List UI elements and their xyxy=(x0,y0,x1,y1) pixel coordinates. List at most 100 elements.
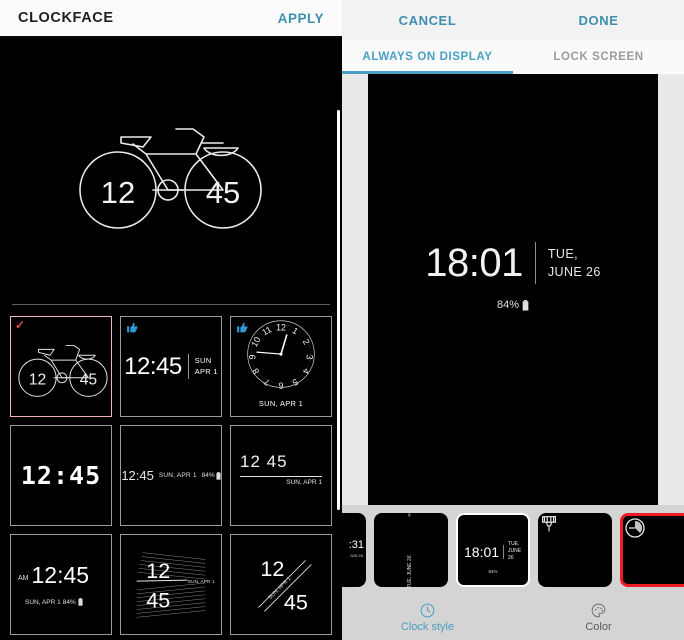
tile-date-line1: SUN xyxy=(194,356,212,366)
tile-hour: 12 xyxy=(146,558,170,583)
grid-row: ✓ 12 45 12:45 SUN APR 1 12 1 2 3 4 5 6 7… xyxy=(10,316,332,417)
thumb-separator xyxy=(503,544,505,559)
apply-button[interactable]: APPLY xyxy=(278,11,324,26)
palette-icon xyxy=(591,603,606,618)
clockface-tile-seven-segment[interactable]: 12:45 xyxy=(10,425,112,526)
grid-scrollbar[interactable] xyxy=(337,110,340,510)
tile-minute: 45 xyxy=(80,372,98,389)
tile-hour: 12 xyxy=(29,372,46,389)
bicycle-clockface-icon: 12 45 xyxy=(79,128,262,229)
clockface-tile-stacked-lines[interactable]: 12 45 SUN, APR 1 xyxy=(120,534,222,635)
nav-label-color: Color xyxy=(585,621,612,633)
thumb-time: :31 xyxy=(348,539,364,551)
clockface-tile-bicycle[interactable]: ✓ 12 45 xyxy=(10,316,112,417)
clockface-tile-analog[interactable]: 12 1 2 3 4 5 6 7 8 9 10 11 SUN, APR 1 xyxy=(230,316,332,417)
clock-icon xyxy=(420,603,435,618)
battery-icon xyxy=(78,598,83,606)
thumb-time: 18:01 xyxy=(464,543,500,560)
clockface-tile-am-large[interactable]: AM 12:45 SUN, APR 1 84% xyxy=(10,534,112,635)
clockface-tile-digital-basic[interactable]: 12:45 SUN APR 1 xyxy=(120,316,222,417)
tile-meridiem: AM xyxy=(18,574,29,582)
svg-text:9: 9 xyxy=(248,354,258,359)
aod-time: 18:01 xyxy=(425,241,523,285)
clockface-preview: 12 45 xyxy=(0,38,342,306)
clock-pie-icon xyxy=(625,518,645,538)
nav-label-clock-style: Clock style xyxy=(400,621,455,633)
battery-icon xyxy=(216,471,221,480)
preview-hour: 12 xyxy=(101,175,135,210)
done-button[interactable]: DONE xyxy=(513,13,684,28)
tile-minute: 45 xyxy=(284,590,308,615)
nav-item-clock-style[interactable]: Clock style xyxy=(342,602,513,633)
app-screen: CLOCKFACE APPLY 12 45 ✓ 12 45 12:45 SUN … xyxy=(0,0,684,640)
svg-text:6: 6 xyxy=(278,381,283,391)
section-divider xyxy=(12,304,330,305)
preview-minute: 45 xyxy=(206,175,240,210)
tab-always-on-display[interactable]: ALWAYS ON DISPLAY xyxy=(342,51,513,63)
tile-time: 12:45 xyxy=(31,562,90,588)
always-on-display-panel: CANCEL DONE ALWAYS ON DISPLAY LOCK SCREE… xyxy=(342,0,684,640)
paintbrush-icon xyxy=(541,516,557,532)
aod-battery-text: 84% xyxy=(496,299,520,311)
aod-date-line2: JUNE 26 xyxy=(547,265,601,279)
style-thumbnail-strip[interactable]: :31 JUN 26 18:01 TUE, JUNE 26 84% 18:01 … xyxy=(342,505,684,595)
tile-battery: 84% xyxy=(201,472,215,479)
style-thumb-current-clock[interactable]: 18:01 TUE, JUNE 26 84% xyxy=(456,513,530,587)
battery-icon xyxy=(522,299,529,311)
grid-row: AM 12:45 SUN, APR 1 84% 12 45 SUN, APR 1… xyxy=(10,534,332,635)
style-thumb-vertical-clock[interactable]: 18:01 TUE, JUNE 26 84% xyxy=(374,513,448,587)
bottom-navigation: Clock style Color xyxy=(342,595,684,640)
thumb-date-line1: TUE, xyxy=(508,541,520,547)
style-thumb-brush[interactable] xyxy=(538,513,612,587)
aod-separator xyxy=(534,242,536,284)
aod-battery: 84% xyxy=(497,299,529,311)
tile-date: SUN, APR 1 xyxy=(25,598,61,606)
motion-lines: 12 45 SUN, APR 1 xyxy=(136,552,215,618)
svg-text:2: 2 xyxy=(301,337,312,346)
clockface-tile-diagonal[interactable]: 12 45 SUN, APR 1 xyxy=(230,534,332,635)
tile-minute: 45 xyxy=(146,588,170,613)
svg-text:3: 3 xyxy=(304,355,314,360)
left-header: CLOCKFACE APPLY xyxy=(0,0,342,38)
tile-date: SUN, APR 1 xyxy=(188,579,215,585)
style-thumb-clock-selected[interactable] xyxy=(620,513,684,587)
tile-date: SUN, APR 1 xyxy=(258,398,304,408)
diagonal-clock: 12 45 SUN, APR 1 xyxy=(258,556,312,615)
thumb-date: JUN 26 xyxy=(349,553,363,558)
tile-time: 12 45 xyxy=(240,452,288,471)
tile-time: 12:45 xyxy=(121,468,154,483)
bicycle-icon: 12 45 xyxy=(18,344,108,397)
tab-bar: ALWAYS ON DISPLAY LOCK SCREEN xyxy=(342,40,684,74)
tile-separator xyxy=(187,354,189,379)
tile-hour: 12 xyxy=(260,556,284,581)
tile-date: SUN, APR 1 xyxy=(158,472,197,479)
aod-clock: 18:01 TUE, JUNE 26 84% xyxy=(368,242,658,311)
nav-item-color[interactable]: Color xyxy=(513,602,684,633)
tile-date-line2: APR 1 xyxy=(194,366,218,376)
svg-text:4: 4 xyxy=(301,367,312,376)
tile-date: SUN, APR 1 xyxy=(286,479,322,486)
clockface-tile-thin-oneline[interactable]: 12:45 SUN, APR 1 84% xyxy=(120,425,222,526)
cancel-button[interactable]: CANCEL xyxy=(342,13,513,28)
aod-preview[interactable]: 18:01 TUE, JUNE 26 84% xyxy=(368,74,658,508)
tile-underline xyxy=(240,476,322,477)
thumb-battery: 84% xyxy=(407,513,412,551)
tile-battery: 84% xyxy=(62,598,76,606)
svg-text:5: 5 xyxy=(291,377,300,388)
right-header: CANCEL DONE xyxy=(342,0,684,40)
clockface-grid: ✓ 12 45 12:45 SUN APR 1 12 1 2 3 4 5 6 7… xyxy=(0,316,342,640)
aod-date-line1: TUE, xyxy=(547,246,578,261)
thumb-date-line2: JUNE 26 xyxy=(508,548,522,561)
svg-text:12: 12 xyxy=(276,323,286,333)
svg-text:1: 1 xyxy=(291,325,300,336)
tile-time: 12:45 xyxy=(124,352,182,380)
clockface-tile-underline[interactable]: 12 45 SUN, APR 1 xyxy=(230,425,332,526)
analog-clock-icon: 12 1 2 3 4 5 6 7 8 9 10 11 xyxy=(247,320,315,391)
grid-row: 12:45 12:45 SUN, APR 1 84% 12 45 SUN, AP… xyxy=(10,425,332,526)
page-title: CLOCKFACE xyxy=(18,10,114,26)
svg-text:8: 8 xyxy=(250,367,261,376)
tab-lock-screen[interactable]: LOCK SCREEN xyxy=(513,51,684,63)
clockface-panel: CLOCKFACE APPLY 12 45 ✓ 12 45 12:45 SUN … xyxy=(0,0,342,640)
svg-text:10: 10 xyxy=(249,335,263,349)
style-thumb-calendar-partial[interactable]: :31 JUN 26 xyxy=(342,513,366,587)
